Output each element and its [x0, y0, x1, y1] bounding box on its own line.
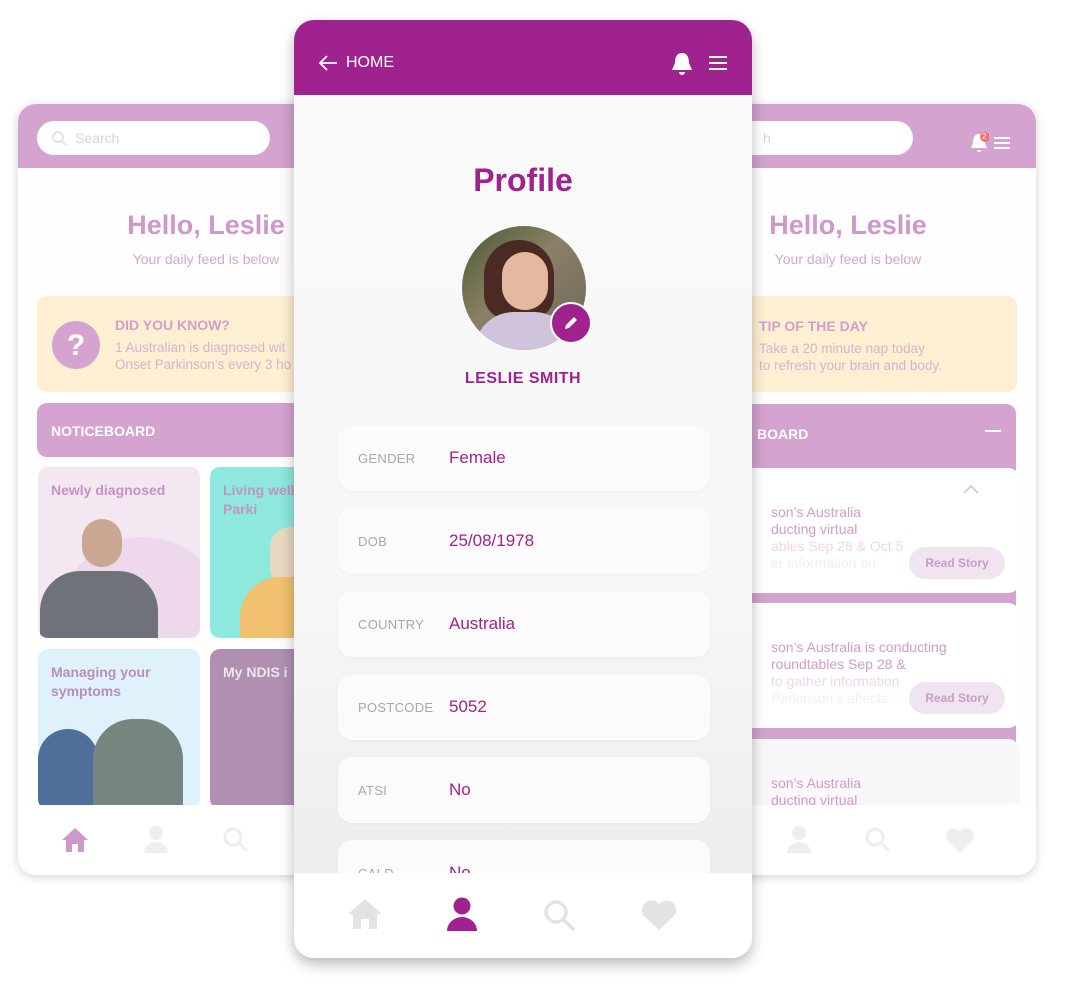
menu-icon[interactable] [709, 56, 727, 71]
field-label: COUNTRY [358, 617, 425, 632]
field-value: 25/08/1978 [449, 531, 535, 550]
card-text: Onset Parkinson’s every 3 ho [115, 357, 292, 372]
tile-label: Newly diagnosed [51, 482, 166, 498]
field-value: 5052 [449, 697, 487, 716]
profile-field-dob[interactable]: DOB 25/08/1978 [338, 508, 710, 574]
story-text-line: ducting virtual [771, 521, 858, 537]
card-text: Take a 20 minute nap today [759, 341, 925, 356]
story-text-line: son’s Australia [771, 504, 862, 520]
search-placeholder: Search [75, 130, 120, 146]
noticeboard-title: NOTICEBOARD [51, 423, 156, 439]
search-placeholder: h [763, 130, 771, 146]
story-text-line: er information on [771, 555, 877, 571]
page-title: Profile [473, 162, 573, 198]
search-icon[interactable] [865, 827, 891, 853]
field-label: DOB [358, 534, 388, 549]
card-text: to refresh your brain and body. [759, 358, 942, 373]
story-text-line: ables Sep 28 & Oct 5 [771, 538, 904, 554]
person-icon[interactable] [787, 825, 811, 853]
person-icon[interactable] [144, 825, 168, 853]
home-icon[interactable] [347, 898, 383, 930]
field-value: Female [449, 448, 506, 467]
pencil-icon [565, 317, 577, 329]
read-story-button[interactable]: Read Story [909, 547, 1005, 579]
back-label: HOME [346, 54, 394, 71]
story-text-line: son’s Australia is conducting [771, 639, 947, 655]
edit-avatar-button[interactable] [550, 302, 592, 344]
heart-icon[interactable] [640, 899, 678, 931]
card-title: DID YOU KNOW? [115, 317, 230, 333]
profile-field-postcode[interactable]: POSTCODE 5052 [338, 674, 710, 740]
tile-label: Managing your symptoms [51, 664, 151, 699]
header: HOME [294, 20, 752, 95]
back-button[interactable]: HOME [318, 52, 394, 74]
story-text-line: roundtables Sep 28 & [771, 656, 906, 672]
profile-field-gender[interactable]: GENDER Female [338, 425, 710, 491]
home-icon[interactable] [61, 827, 89, 853]
search-input[interactable]: Search [37, 121, 270, 155]
profile-phone: HOME Profile LESLIE SMITH GENDER Female DO… [294, 20, 752, 958]
search-icon [52, 131, 67, 146]
menu-icon[interactable] [994, 136, 1010, 150]
heart-icon[interactable] [945, 827, 975, 853]
search-icon[interactable] [543, 899, 577, 933]
search-icon[interactable] [223, 827, 249, 853]
chevron-up-icon[interactable] [963, 484, 979, 494]
field-value: No [449, 780, 471, 799]
tile-label: My NDIS i [223, 664, 288, 680]
noticeboard-title: BOARD [757, 426, 809, 442]
profile-field-country[interactable]: COUNTRY Australia [338, 591, 710, 657]
person-icon[interactable] [447, 897, 477, 931]
arrow-left-icon [318, 55, 337, 71]
card-title: TIP OF THE DAY [759, 318, 868, 334]
profile-field-atsi[interactable]: ATSI No [338, 757, 710, 823]
field-label: GENDER [358, 451, 416, 466]
field-value: Australia [449, 614, 516, 633]
user-name: LESLIE SMITH [464, 370, 582, 387]
svg-text:?: ? [67, 329, 85, 362]
field-label: POSTCODE [358, 700, 434, 715]
notification-badge: 2 [982, 132, 987, 141]
bell-icon[interactable] [671, 51, 693, 77]
collapse-icon[interactable] [985, 430, 1001, 432]
question-icon: ? [52, 321, 100, 369]
tile-newly-diagnosed[interactable]: Newly diagnosed [38, 467, 200, 638]
card-text: 1 Australian is diagnosed wit [115, 340, 286, 355]
person-photo [82, 519, 122, 567]
story-text-line: son’s Australia [771, 775, 862, 791]
tile-managing-symptoms[interactable]: Managing your symptoms [38, 649, 200, 809]
field-label: ATSI [358, 783, 388, 798]
bottom-nav [294, 873, 752, 958]
read-story-button[interactable]: Read Story [909, 682, 1005, 714]
